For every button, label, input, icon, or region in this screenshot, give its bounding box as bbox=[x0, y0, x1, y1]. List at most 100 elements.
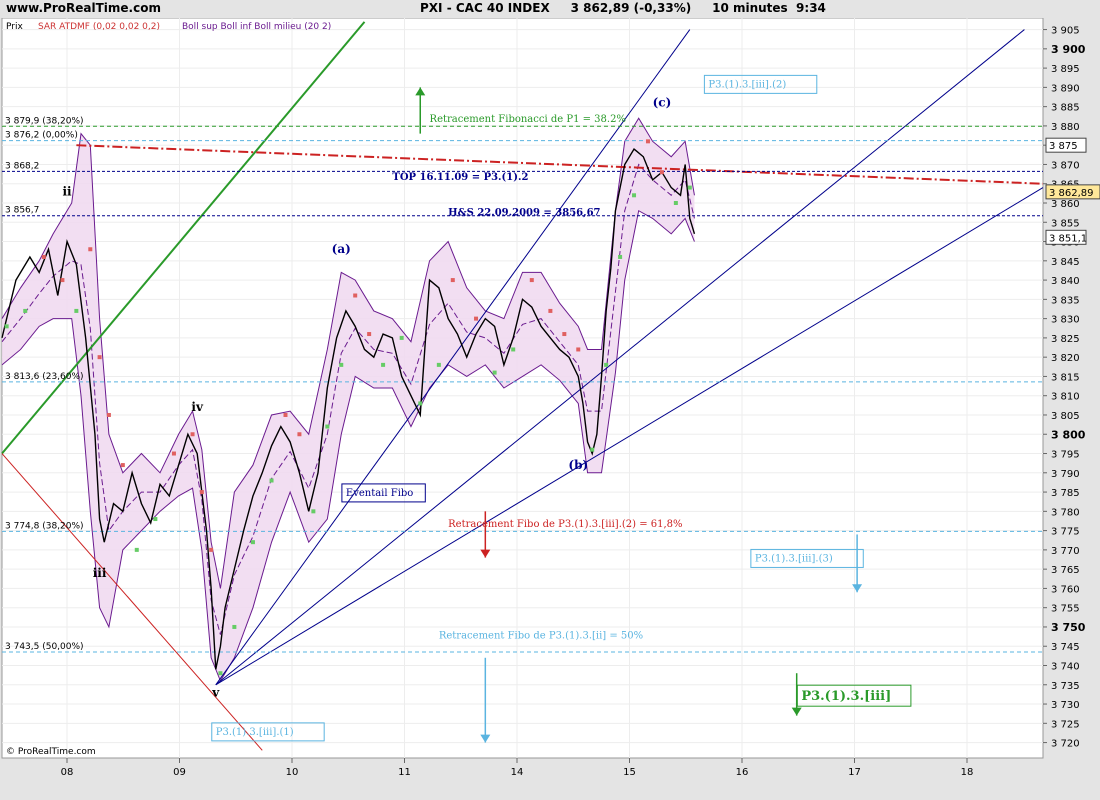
y-tick-label: 3 745 bbox=[1051, 642, 1080, 653]
level-label: 3 868,2 bbox=[5, 161, 39, 171]
x-tick-label: 15 bbox=[623, 767, 636, 778]
x-tick-label: 08 bbox=[61, 767, 74, 778]
x-tick-label: 09 bbox=[173, 767, 186, 778]
sar-point bbox=[659, 170, 664, 175]
annotation-text: Retracement Fibo de P3.(1).3.[iii].(2) =… bbox=[448, 519, 682, 530]
y-tick-label: 3 755 bbox=[1051, 604, 1080, 615]
sar-point bbox=[297, 432, 302, 437]
sar-point bbox=[74, 308, 79, 313]
y-tick-label: 3 810 bbox=[1051, 392, 1080, 403]
price-chart: 3 879,9 (38,20%) 3 876,2 (0,00%) 3 868,2 3 … bbox=[1, 18, 1100, 778]
sar-point bbox=[218, 671, 223, 676]
sar-point bbox=[562, 332, 567, 337]
sar-point bbox=[209, 547, 214, 552]
y-tick-label: 3 880 bbox=[1051, 122, 1080, 133]
sar-point bbox=[604, 362, 609, 367]
sar-point bbox=[353, 293, 358, 298]
sar-point bbox=[106, 412, 111, 417]
y-tick-label: 3 905 bbox=[1051, 26, 1080, 37]
y-tick-label: 3 790 bbox=[1051, 469, 1080, 480]
annotation-text: Retracement Fibonacci de P1 = 38.2% bbox=[430, 114, 626, 125]
price-tag-label: 3 862,89 bbox=[1049, 188, 1094, 199]
annotation-text: P3.(1).3.[iii].(3) bbox=[755, 553, 833, 564]
x-axis: 08 09 10 11 14 15 16 17 18 bbox=[61, 758, 974, 778]
sar-point bbox=[232, 624, 237, 629]
y-tick-label: 3 845 bbox=[1051, 257, 1080, 268]
y-tick-label: 3 900 bbox=[1051, 43, 1086, 56]
level-label: 3 876,2 (0,00%) bbox=[5, 131, 78, 141]
sar-point bbox=[418, 401, 423, 406]
price-tag-label: 3 875 bbox=[1049, 141, 1078, 152]
wave-label: (a) bbox=[332, 242, 351, 256]
level-label: 3 743,5 (50,00%) bbox=[5, 642, 84, 652]
annotation-text: P3.(1).3.[iii].(1) bbox=[216, 727, 294, 738]
sar-point bbox=[41, 254, 46, 259]
y-tick-label: 3 730 bbox=[1051, 700, 1080, 711]
sar-point bbox=[88, 247, 93, 252]
y-tick-label: 3 740 bbox=[1051, 662, 1080, 673]
y-tick-label: 3 820 bbox=[1051, 353, 1080, 364]
sar-point bbox=[134, 547, 139, 552]
sar-point bbox=[450, 278, 455, 283]
chart-title: PXI - CAC 40 INDEX 3 862,89 (-0,33%) 10 … bbox=[420, 1, 826, 15]
annotation-text: P3.(1).3.[iii].(2) bbox=[708, 79, 786, 90]
sar-point bbox=[436, 362, 441, 367]
sar-point bbox=[687, 185, 692, 190]
price-tag-label: 3 851,1 bbox=[1049, 233, 1087, 244]
sar-point bbox=[492, 370, 497, 375]
sar-point bbox=[120, 463, 125, 468]
y-tick-label: 3 835 bbox=[1051, 295, 1080, 306]
x-tick-label: 18 bbox=[961, 767, 974, 778]
sar-point bbox=[673, 201, 678, 205]
wave-label: (c) bbox=[653, 96, 672, 110]
sar-point bbox=[199, 490, 204, 495]
sar-point bbox=[23, 308, 28, 313]
legend-sar: SAR ATDMF (0,02 0,02 0,2) bbox=[38, 22, 160, 32]
y-tick-label: 3 895 bbox=[1051, 64, 1080, 75]
sar-point bbox=[590, 447, 595, 452]
annotation-text: Retracement Fibo de P3.(1).3.[ii] = 50% bbox=[439, 631, 643, 642]
sar-point bbox=[311, 509, 316, 514]
sar-point bbox=[576, 347, 581, 352]
x-tick-label: 14 bbox=[511, 767, 524, 778]
wave-label: v bbox=[211, 685, 220, 699]
sar-point bbox=[381, 362, 386, 367]
legend-prix: Prix bbox=[6, 22, 23, 32]
wave-label: ii bbox=[63, 184, 73, 198]
y-tick-label: 3 870 bbox=[1051, 160, 1080, 171]
sar-point bbox=[632, 193, 637, 198]
wave-label: iv bbox=[191, 400, 204, 414]
y-tick-label: 3 860 bbox=[1051, 199, 1080, 210]
y-tick-label: 3 815 bbox=[1051, 372, 1080, 383]
level-label: 3 879,9 (38,20%) bbox=[5, 116, 84, 126]
annotation-text: Eventail Fibo bbox=[346, 488, 413, 499]
x-tick-label: 11 bbox=[398, 767, 411, 778]
y-tick-label: 3 750 bbox=[1051, 621, 1086, 634]
x-tick-label: 10 bbox=[286, 767, 299, 778]
y-tick-label: 3 765 bbox=[1051, 565, 1080, 576]
sar-point bbox=[325, 424, 330, 429]
y-tick-label: 3 825 bbox=[1051, 334, 1080, 345]
chart-header: www.ProRealTime.com PXI - CAC 40 INDEX 3… bbox=[0, 0, 1100, 18]
level-label: 3 856,7 bbox=[5, 206, 39, 216]
wave-label: (b) bbox=[568, 458, 588, 472]
y-tick-label: 3 890 bbox=[1051, 83, 1080, 94]
wave-label: iii bbox=[93, 566, 107, 580]
annotation-text: P3.(1).3.[iii] bbox=[801, 689, 891, 704]
y-tick-label: 3 770 bbox=[1051, 546, 1080, 557]
sar-point bbox=[645, 139, 650, 144]
sar-point bbox=[529, 278, 534, 283]
sar-point bbox=[283, 412, 288, 417]
y-tick-label: 3 720 bbox=[1051, 739, 1080, 750]
sar-point bbox=[60, 278, 65, 283]
site-name: www.ProRealTime.com bbox=[6, 1, 161, 15]
y-tick-label: 3 795 bbox=[1051, 450, 1080, 461]
sar-point bbox=[171, 451, 176, 456]
sar-point bbox=[474, 316, 479, 321]
sar-point bbox=[367, 332, 372, 337]
sar-point bbox=[548, 308, 553, 313]
y-tick-label: 3 785 bbox=[1051, 488, 1080, 499]
y-axis: 3 720 3 725 3 730 3 735 3 740 3 745 3 750 3 755… bbox=[1043, 26, 1100, 750]
y-tick-label: 3 800 bbox=[1051, 428, 1086, 441]
y-tick-label: 3 775 bbox=[1051, 527, 1080, 538]
